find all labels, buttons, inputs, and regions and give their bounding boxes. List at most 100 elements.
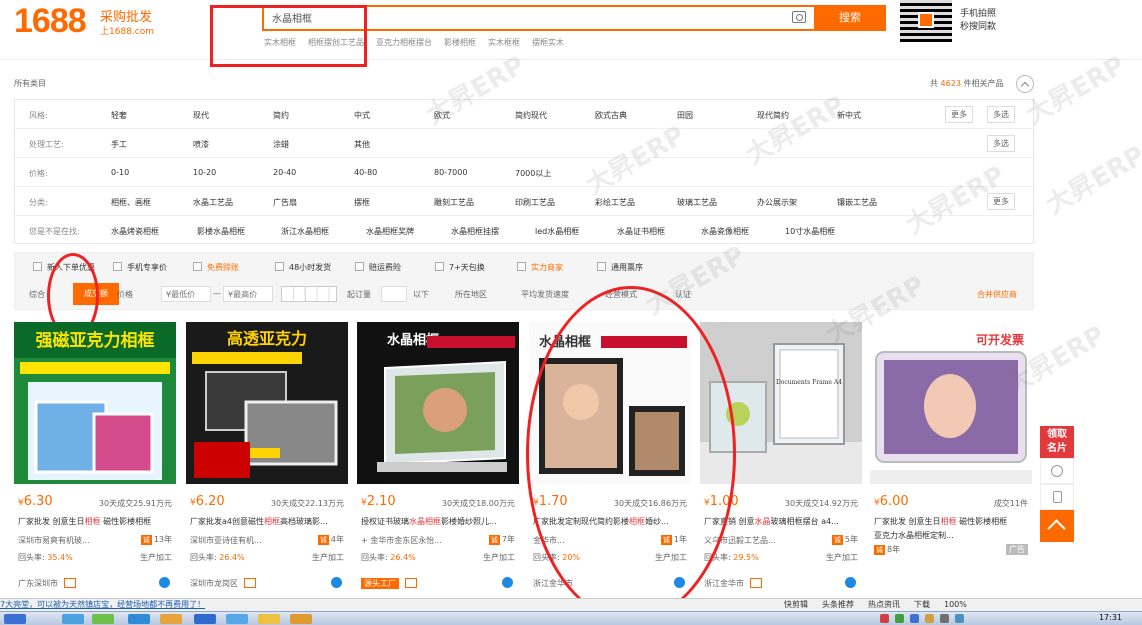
checkbox-48h[interactable]: 48小时发货 (275, 262, 331, 273)
taskbar-app-icon[interactable] (258, 614, 280, 624)
filter-option[interactable]: 40-80 (354, 168, 377, 177)
suggest-option[interactable]: 浙江水晶相框 (281, 226, 329, 237)
merge-suppliers-link[interactable]: 合并供应商 (977, 289, 1017, 300)
taskbar-app-icon[interactable] (62, 614, 84, 624)
chat-icon[interactable] (331, 577, 342, 588)
filter-option[interactable]: 10-20 (193, 168, 216, 177)
product-card[interactable]: 水晶相框 ¥2.10 30天成交18.00万元 授权证书玻璃水晶相框影楼婚纱照儿… (357, 322, 521, 598)
hot-word[interactable]: 摆框实木 (532, 37, 564, 48)
all-categories[interactable]: 所有类目 (14, 78, 46, 89)
customer-service-button[interactable] (1040, 458, 1074, 484)
suggest-option[interactable]: 10寸水晶相框 (785, 226, 835, 237)
product-title[interactable]: 厂家批发 创意生日相框 磁性影楼相框 (874, 516, 1030, 527)
clock[interactable]: 17:31 (1099, 613, 1122, 622)
filter-option[interactable]: 简约 (273, 110, 289, 121)
filter-option[interactable]: 相框、画框 (111, 197, 151, 208)
product-image[interactable]: 水晶相框 (357, 322, 519, 484)
filter-option[interactable]: 其他 (354, 139, 370, 150)
sort-by-price[interactable]: 价格 (117, 289, 133, 300)
filter-option[interactable]: 0-10 (111, 168, 129, 177)
multi-select-button[interactable]: 多选 (987, 135, 1015, 152)
filter-option[interactable]: 手工 (111, 139, 127, 150)
claim-card-button[interactable]: 领取 名片 (1040, 426, 1074, 458)
suggest-option[interactable]: led水晶相框 (535, 226, 579, 237)
region-dropdown[interactable]: 所在地区 (455, 289, 487, 300)
taskbar-app-icon[interactable] (226, 614, 248, 624)
certification-dropdown[interactable]: 认证 (675, 289, 691, 300)
suggest-option[interactable]: 水晶证书相框 (617, 226, 665, 237)
collapse-icon[interactable] (1016, 75, 1034, 93)
suggest-option[interactable]: 影楼水晶相框 (197, 226, 245, 237)
suggest-option[interactable]: 水晶相框挂摆 (451, 226, 499, 237)
multi-select-button[interactable]: 多选 (987, 106, 1015, 123)
more-button[interactable]: 更多 (987, 193, 1015, 210)
price-max-input[interactable] (223, 286, 273, 302)
supplier-name[interactable]: + 金华市金东区永怡... (361, 535, 471, 546)
suggest-option[interactable]: 水晶瓷像相框 (701, 226, 749, 237)
filter-option[interactable]: 广告扇 (273, 197, 297, 208)
quantity-range-slider[interactable] (281, 286, 337, 302)
filter-option[interactable]: 涂蜡 (273, 139, 289, 150)
more-button[interactable]: 更多 (945, 106, 973, 123)
filter-option[interactable]: 新中式 (837, 110, 861, 121)
supplier-name[interactable]: 深圳市亚诗佳有机... (190, 535, 300, 546)
moq-input[interactable] (381, 286, 407, 302)
filter-option[interactable]: 欧式 (434, 110, 450, 121)
filter-option[interactable]: 印刷工艺品 (515, 197, 555, 208)
mobile-photo-search[interactable]: 手机拍照 秒搜同款 (960, 8, 996, 34)
delivery-dropdown[interactable]: 平均发货速度 (521, 289, 569, 300)
filter-option[interactable]: 玻璃工艺品 (677, 197, 717, 208)
filter-option[interactable]: 7000以上 (515, 168, 551, 179)
supplier-name[interactable]: 深圳市易爽有机玻... (18, 535, 128, 546)
checkbox-general[interactable]: 通用票序 (597, 262, 643, 273)
product-card-ad[interactable]: 可开发票 ¥6.00 成交11件 厂家批发 创意生日相框 磁性影楼相框 亚克力水… (870, 322, 1034, 598)
back-to-top-button[interactable] (1040, 510, 1074, 542)
zoom-level[interactable]: 100% (944, 599, 967, 611)
camera-icon[interactable] (792, 11, 806, 23)
filter-option[interactable]: 雕刻工艺品 (434, 197, 474, 208)
status-item[interactable]: 快剪辑 (784, 599, 808, 611)
checkbox-7day[interactable]: 7+天包换 (435, 262, 485, 273)
filter-option[interactable]: 中式 (354, 110, 370, 121)
product-card[interactable]: 强磁亚克力相框 ¥6.30 30天成交25.91万元 厂家批发 创意生日相框 磁… (14, 322, 178, 598)
site-logo[interactable]: 1688 (14, 2, 87, 41)
filter-option[interactable]: 水晶工艺品 (193, 197, 233, 208)
chat-icon[interactable] (502, 577, 513, 588)
filter-option[interactable]: 办公展示架 (757, 197, 797, 208)
filter-option[interactable]: 喷漆 (193, 139, 209, 150)
product-image[interactable]: 高透亚克力 (186, 322, 348, 484)
taskbar-app-icon[interactable] (160, 614, 182, 624)
taskbar-app-icon[interactable] (194, 614, 216, 624)
product-card[interactable]: 高透亚克力 ¥6.20 30天成交22.13万元 厂家批发a4创意磁性相框高档玻… (186, 322, 350, 598)
product-title[interactable]: 厂家批发 创意生日相框 磁性影楼相框 (18, 516, 174, 527)
search-button[interactable]: 搜索 (814, 5, 886, 31)
checkbox-freight[interactable]: 赔运费险 (355, 262, 401, 273)
filter-option[interactable]: 镶嵌工艺品 (837, 197, 877, 208)
start-button[interactable] (4, 614, 26, 624)
filter-option[interactable]: 80-7000 (434, 168, 467, 177)
filter-option[interactable]: 彩绘工艺品 (595, 197, 635, 208)
price-min-input[interactable] (161, 286, 211, 302)
filter-option[interactable]: 欧式古典 (595, 110, 627, 121)
product-title[interactable]: 厂家批发a4创意磁性相框高档玻璃影... (190, 516, 346, 527)
sort-general[interactable]: 综合 (29, 289, 45, 300)
status-ticker[interactable]: 7大亮堂，可以被为天然镇店宝，经营场地都不再费用了！ (0, 599, 205, 611)
filter-option[interactable]: 田园 (677, 110, 693, 121)
checkbox-mobile-price[interactable]: 手机专享价 (113, 262, 167, 273)
hot-word[interactable]: 实木框框 (488, 37, 520, 48)
filter-option[interactable]: 简约现代 (515, 110, 547, 121)
filter-option[interactable]: 现代 (193, 110, 209, 121)
filter-option[interactable]: 20-40 (273, 168, 296, 177)
suggest-option[interactable]: 水晶相框奖牌 (366, 226, 414, 237)
product-title[interactable]: 授权证书玻璃水晶相框影楼婚纱照儿... (361, 516, 517, 527)
product-image[interactable]: 可开发票 (870, 322, 1032, 484)
suggest-option[interactable]: 水晶烤瓷相框 (111, 226, 159, 237)
taskbar-app-icon[interactable] (128, 614, 150, 624)
product-image[interactable]: 强磁亚克力相框 (14, 322, 176, 484)
status-item[interactable]: 热点资讯 (868, 599, 900, 611)
hot-word[interactable]: 亚克力相框摆台 (376, 37, 432, 48)
hot-word[interactable]: 影楼相框 (444, 37, 476, 48)
chat-icon[interactable] (159, 577, 170, 588)
chat-icon[interactable] (845, 577, 856, 588)
checkbox-credit[interactable]: 免费赊账 (193, 262, 239, 273)
